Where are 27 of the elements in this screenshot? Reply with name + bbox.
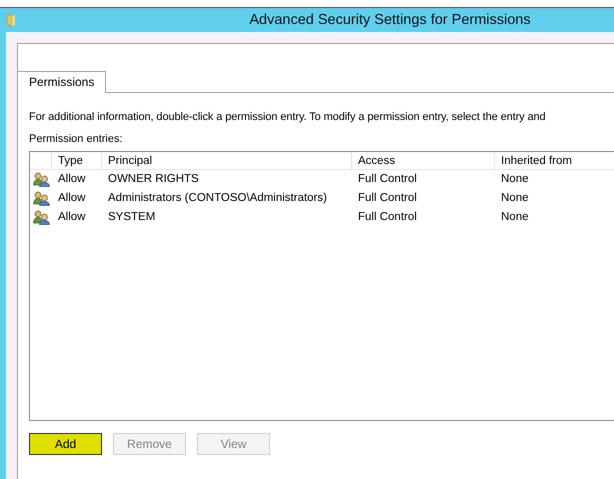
- users-icon: [32, 172, 50, 187]
- window-title: Advanced Security Settings for Permissions: [248, 12, 532, 28]
- table-cell-text: Allow: [57, 191, 86, 206]
- table-cell-text: None: [500, 191, 530, 206]
- action-button[interactable]: Add: [29, 433, 102, 455]
- folder-icon: [6, 13, 16, 27]
- table-cell-text: Full Control: [357, 191, 418, 206]
- table-cell-text: None: [500, 210, 530, 225]
- header-blank-cell: [30, 152, 52, 170]
- entries-label: Permission entries:: [29, 133, 124, 145]
- info-text: For additional information, double-click a permission entry. To modify a permission entry, select the entry and: [29, 111, 547, 123]
- users-icon: [32, 191, 50, 206]
- table-cell-text: SYSTEM: [107, 210, 156, 225]
- table-cell-text: Full Control: [357, 210, 418, 225]
- column-header[interactable]: Type: [52, 152, 102, 170]
- table-cell-text: Full Control: [357, 172, 418, 187]
- table-cell-text: Allow: [57, 210, 86, 225]
- tab[interactable]: Permissions: [18, 71, 106, 93]
- users-icon: [32, 210, 50, 225]
- permission-list[interactable]: Type Principal Access Inherited from Allow OWNER RIGHTS Full Control None Allow Administrators (CONTOSO\Administrators) Full Control None Allow SYSTEM Full Control None: [29, 151, 614, 421]
- column-header[interactable]: Access: [352, 152, 495, 170]
- table-cell-text: OWNER RIGHTS: [107, 172, 200, 187]
- table-cell-text: Administrators (CONTOSO\Administrators): [107, 191, 328, 206]
- table-cell-text: Allow: [57, 172, 86, 187]
- column-header[interactable]: Inherited from: [495, 152, 614, 170]
- column-header[interactable]: Principal: [102, 152, 352, 170]
- table-cell-text: None: [500, 172, 530, 187]
